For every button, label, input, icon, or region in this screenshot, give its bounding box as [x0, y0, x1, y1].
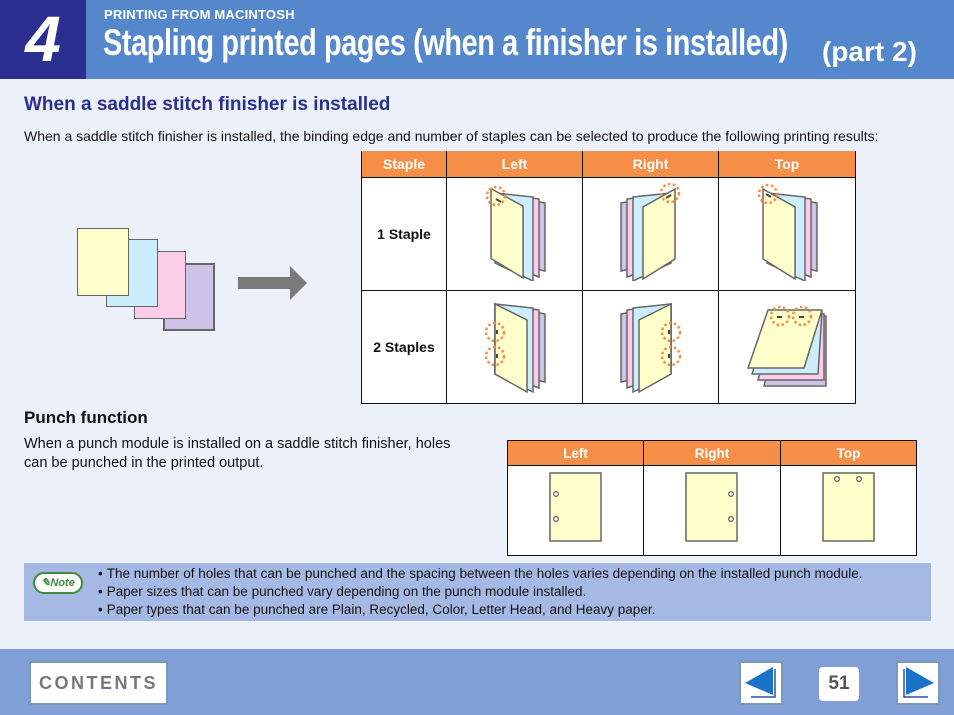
punch-function-heading: Punch function — [24, 408, 148, 427]
left-punched-page-icon — [548, 472, 602, 542]
right-punched-page-icon — [685, 472, 738, 542]
top-punched-page-icon — [821, 472, 875, 542]
top-2-staples-cell — [718, 289, 856, 404]
note-item: Paper types that can be punched are Plai… — [98, 601, 863, 619]
header-top: Top — [718, 151, 856, 178]
left-2-staples-cell — [446, 289, 583, 404]
previous-page-button[interactable] — [739, 661, 783, 705]
stacked-sheets-illustration — [76, 227, 216, 332]
saddle-stitch-heading: When a saddle stitch finisher is install… — [24, 94, 391, 115]
left-punch-cell — [507, 465, 644, 556]
page-number: 51 — [819, 667, 859, 701]
page-footer: CONTENTS 51 — [0, 649, 954, 715]
note-label: Note — [50, 577, 75, 589]
page-title: Stapling printed pages (when a finisher … — [103, 22, 788, 63]
saddle-stitch-intro: When a saddle stitch finisher is install… — [24, 128, 879, 144]
next-page-button[interactable] — [896, 661, 940, 705]
right-1-staple-booklet-icon — [619, 182, 680, 283]
top-2-staples-pad-icon — [746, 305, 827, 387]
top-punch-cell — [780, 465, 917, 556]
header-right: Right — [643, 440, 781, 466]
table-row — [507, 465, 917, 556]
header-top: Top — [780, 440, 917, 466]
right-2-staples-cell — [582, 289, 719, 404]
right-1-staple-cell — [582, 176, 719, 291]
punch-options-table: Left Right Top — [507, 440, 917, 556]
part-label: (part 2) — [822, 36, 917, 67]
left-1-staple-booklet-icon — [485, 185, 546, 283]
staple-options-table: Staple Left Right Top 1 Staple 2 Staples — [361, 151, 856, 404]
note-list: The number of holes that can be punched … — [98, 565, 863, 619]
header-right: Right — [582, 151, 719, 178]
right-arrow-icon — [903, 667, 934, 698]
note-box: ✎Note The number of holes that can be pu… — [24, 563, 931, 621]
header-left: Left — [446, 151, 583, 178]
note-item: The number of holes that can be punched … — [98, 565, 863, 583]
left-1-staple-cell — [446, 176, 583, 291]
row-label: 2 Staples — [361, 289, 447, 404]
punch-function-text: When a punch module is installed on a sa… — [24, 436, 451, 471]
note-item: Paper sizes that can be punched vary dep… — [98, 583, 863, 601]
top-1-staple-cell — [718, 176, 856, 291]
note-badge: ✎Note — [33, 572, 83, 594]
header-staple: Staple — [361, 151, 447, 178]
left-2-staples-booklet-icon — [484, 302, 546, 394]
right-arrow-icon — [238, 266, 307, 300]
page-header: 4 PRINTING FROM MACINTOSH Stapling print… — [0, 0, 954, 79]
pencil-icon: ✎ — [41, 577, 51, 589]
left-arrow-icon — [745, 667, 776, 698]
table-row: 2 Staples — [361, 289, 856, 404]
header-left: Left — [507, 440, 644, 466]
row-label: 1 Staple — [361, 176, 447, 291]
top-1-staple-booklet-icon — [757, 183, 818, 283]
right-2-staples-booklet-icon — [619, 302, 681, 394]
right-punch-cell — [643, 465, 781, 556]
section-label: PRINTING FROM MACINTOSH — [104, 7, 295, 22]
table-row: 1 Staple — [361, 176, 856, 291]
chapter-number: 4 — [0, 0, 86, 79]
contents-button[interactable]: CONTENTS — [29, 661, 168, 705]
sheet-yellow — [77, 228, 129, 296]
